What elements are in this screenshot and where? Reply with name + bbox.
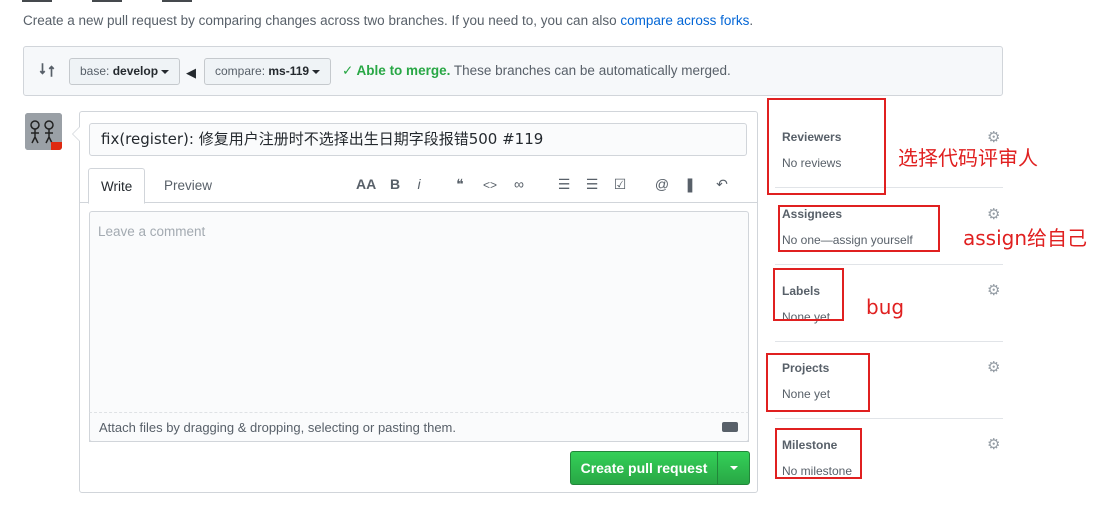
heading-icon[interactable]: AA xyxy=(356,176,376,192)
flag-icon xyxy=(51,142,62,150)
annotation-box-assignees xyxy=(778,205,940,252)
able-to-merge: ✓ Able to merge. xyxy=(342,63,451,78)
quote-icon[interactable]: ❝ xyxy=(450,176,470,193)
unordered-list-icon[interactable]: ☰ xyxy=(554,176,574,193)
subtitle-end: . xyxy=(749,13,754,28)
annotation-box-labels xyxy=(773,268,844,321)
annotation-box-projects xyxy=(766,353,870,412)
bold-icon[interactable]: B xyxy=(385,176,405,192)
mention-icon[interactable]: @ xyxy=(652,176,672,192)
code-icon[interactable]: <> xyxy=(480,178,500,192)
gear-icon[interactable]: ⚙ xyxy=(987,205,1000,223)
link-icon[interactable]: ∞ xyxy=(509,176,529,192)
markdown-icon xyxy=(722,422,738,432)
pull-request-composer: fix(register): 修复用户注册时不选择出生日期字段报错500 #11… xyxy=(72,111,758,493)
compare-branch-button[interactable]: compare: ms-119 xyxy=(204,58,332,85)
compare-branch-name: ms-119 xyxy=(268,64,310,78)
compare-prefix: compare: xyxy=(215,64,269,78)
chevron-down-icon xyxy=(161,69,170,74)
subtitle-text: Create a new pull request by comparing c… xyxy=(23,13,621,28)
compare-arrows-icon xyxy=(39,63,55,77)
chevron-down-icon[interactable] xyxy=(730,466,738,470)
attach-files-text: Attach files by dragging & dropping, sel… xyxy=(99,420,456,435)
comment-textarea[interactable]: Leave a comment xyxy=(89,211,749,442)
page-title-clipped xyxy=(22,0,282,2)
merge-status-text: These branches can be automatically merg… xyxy=(450,63,731,78)
annotation-box-milestone xyxy=(775,428,862,479)
create-pull-request-label: Create pull request xyxy=(580,460,708,476)
base-branch-button[interactable]: base: develop xyxy=(69,58,181,85)
ordered-list-icon[interactable]: ☰ xyxy=(582,176,602,193)
tab-preview[interactable]: Preview xyxy=(152,168,224,204)
bookmark-icon[interactable]: ❚ xyxy=(680,176,700,193)
comment-placeholder: Leave a comment xyxy=(98,224,206,239)
button-divider xyxy=(717,452,718,484)
avatar[interactable] xyxy=(25,113,62,150)
annotation-labels: bug xyxy=(866,295,905,319)
branch-range-bar: base: develop ◀ compare: ms-119 ✓ Able t… xyxy=(23,46,1003,96)
page-subtitle: Create a new pull request by comparing c… xyxy=(23,13,753,28)
create-pull-request-button[interactable]: Create pull request xyxy=(570,451,750,485)
reply-icon[interactable]: ↶ xyxy=(712,176,732,193)
annotation-box-reviewers xyxy=(767,98,886,195)
annotation-assignees: assign给自己 xyxy=(963,226,1088,250)
title-input[interactable]: fix(register): 修复用户注册时不选择出生日期字段报错500 #11… xyxy=(89,123,747,156)
chevron-down-icon xyxy=(312,69,321,74)
gear-icon[interactable]: ⚙ xyxy=(987,358,1000,376)
base-branch-name: develop xyxy=(112,64,159,78)
arrow-left-icon: ◀ xyxy=(186,65,196,80)
gear-icon[interactable]: ⚙ xyxy=(987,281,1000,299)
merge-status: ✓ Able to merge. These branches can be a… xyxy=(342,63,731,79)
italic-icon[interactable]: i xyxy=(409,176,429,192)
tab-write[interactable]: Write xyxy=(88,168,146,204)
gear-icon[interactable]: ⚙ xyxy=(987,435,1000,453)
annotation-reviewers: 选择代码评审人 xyxy=(898,146,1038,170)
attach-files-bar[interactable]: Attach files by dragging & dropping, sel… xyxy=(89,412,749,442)
task-list-icon[interactable]: ☑ xyxy=(610,176,630,193)
compare-across-forks-link[interactable]: compare across forks xyxy=(620,13,749,28)
base-prefix: base: xyxy=(80,64,113,78)
